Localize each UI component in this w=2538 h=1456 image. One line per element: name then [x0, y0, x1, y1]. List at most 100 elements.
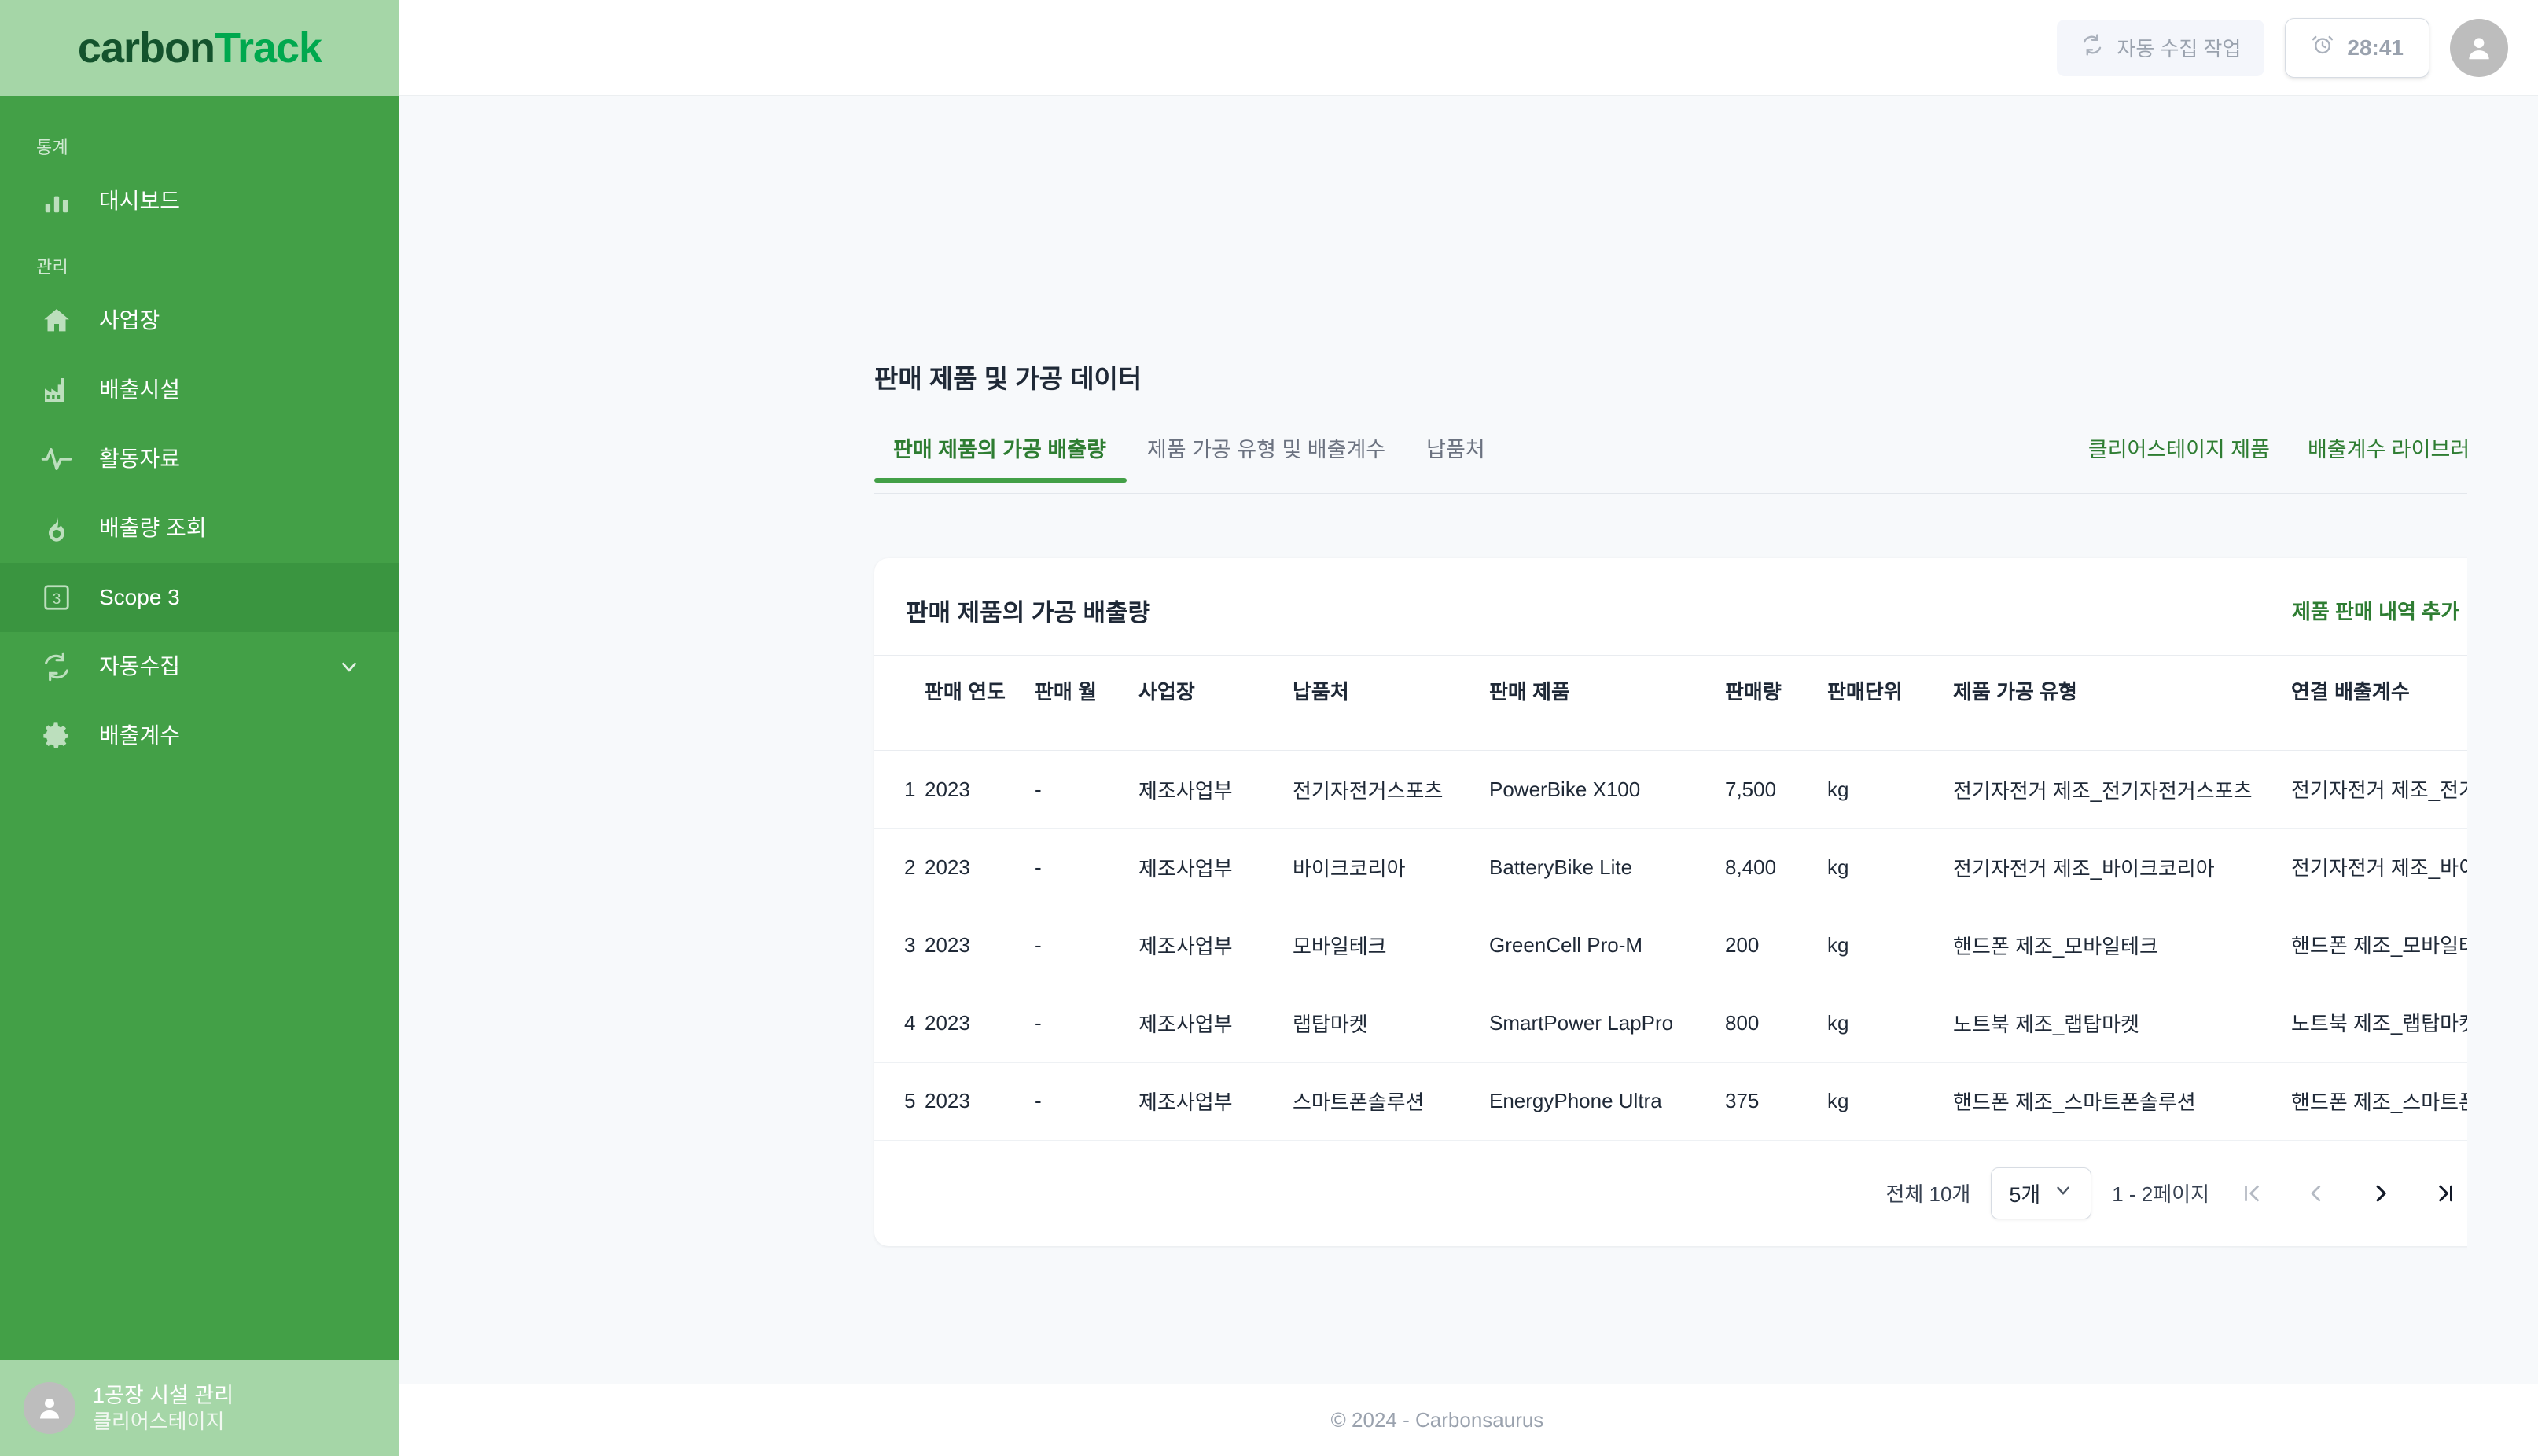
cell-workplace: 제조사업부	[1138, 828, 1293, 907]
cell-index: 5	[874, 1062, 925, 1141]
factory-icon	[36, 370, 77, 410]
cell-emission-factor-label: 노트북 제조_랩탑마켓(NUM)	[2291, 1012, 2538, 1036]
home-icon	[36, 300, 77, 341]
session-timer-label: 28:41	[2347, 35, 2404, 60]
cell-product: GreenCell Pro-M	[1489, 906, 1725, 985]
footer: © 2024 - Carbonsaurus	[399, 1384, 2538, 1456]
tab-suppliers[interactable]: 납품처	[1406, 432, 1506, 482]
cell-unit: kg	[1827, 828, 1953, 907]
first-page-button[interactable]	[2230, 1171, 2274, 1215]
tab-bar: 판매 제품의 가공 배출량 제품 가공 유형 및 배출계수 납품처 클리어스테이…	[874, 432, 2508, 494]
col-month: 판매 월	[1035, 655, 1138, 751]
sidebar-item-label: 배출계수	[99, 723, 181, 748]
auto-collect-label: 자동 수집 작업	[2117, 37, 2242, 61]
processing-emissions-card: 판매 제품의 가공 배출량 제품 판매 내역 추가 판매 연도 판매 월 사업장…	[874, 558, 2538, 1246]
col-product: 판매 제품	[1489, 655, 1725, 751]
add-sales-record-button[interactable]: 제품 판매 내역 추가	[2292, 596, 2530, 625]
cell-unit: kg	[1827, 906, 1953, 985]
tab-processing-types[interactable]: 제품 가공 유형 및 배출계수	[1127, 432, 1406, 482]
avatar	[24, 1382, 75, 1434]
page-title: 판매 제품 및 가공 데이터	[874, 364, 1142, 393]
table-row[interactable]: 1 2023 - 제조사업부 전기자전거스포츠 PowerBike X100 7…	[874, 750, 2538, 829]
account-avatar-button[interactable]	[2450, 18, 2508, 77]
last-page-button[interactable]	[2423, 1171, 2467, 1215]
chevron-down-icon	[2053, 1180, 2073, 1206]
activity-icon	[36, 439, 77, 480]
sync-icon	[36, 646, 77, 687]
cell-unit: kg	[1827, 1062, 1953, 1141]
copyright-text: © 2024 - Carbonsaurus	[1330, 1407, 1544, 1432]
sidebar-item-facility[interactable]: 배출시설	[0, 355, 399, 425]
top-bar: 자동 수집 작업 28:41	[399, 0, 2538, 96]
app-root: carbonTrack 통계 대시보드 관리 사업장 배출시설 활동자료 배출량…	[0, 0, 2538, 1456]
table-title: 판매 제품의 가공 배출량	[906, 599, 1151, 627]
table-row[interactable]: 5 2023 - 제조사업부 스마트폰솔루션 EnergyPhone Ultra…	[874, 1062, 2538, 1141]
sidebar-user-card[interactable]: 1공장 시설 관리 클리어스테이지	[0, 1360, 399, 1456]
cell-emission-factor: 핸드폰 제조_스마트폰솔루션(NUM)i	[2291, 1062, 2538, 1141]
cell-supplier: 모바일테크	[1293, 906, 1489, 985]
sidebar: carbonTrack 통계 대시보드 관리 사업장 배출시설 활동자료 배출량…	[0, 0, 399, 1456]
brand-logo[interactable]: carbonTrack	[0, 0, 399, 96]
sidebar-item-label: 대시보드	[99, 189, 181, 213]
col-index	[874, 655, 925, 751]
col-unit: 판매단위	[1827, 655, 1953, 751]
refresh-icon	[2080, 33, 2104, 62]
cell-supplier: 바이크코리아	[1293, 828, 1489, 907]
brand-text: carbonTrack	[78, 24, 322, 72]
cell-emission-factor-label: 전기자전거 제조_바이크코리아(NUM)	[2291, 856, 2538, 881]
sidebar-section-manage: 관리	[36, 257, 68, 277]
col-workplace: 사업장	[1138, 655, 1293, 751]
next-page-button[interactable]	[2359, 1171, 2403, 1215]
main-content: 자동차 제조_그린에너지자동차 78,400.000 전기자전거 제조_바이크이…	[399, 0, 2538, 1456]
cell-supplier: 전기자전거스포츠	[1293, 750, 1489, 829]
cell-processing-type: 전기자전거 제조_전기자전거스포츠	[1953, 750, 2291, 829]
sidebar-item-dashboard[interactable]: 대시보드	[0, 167, 399, 236]
sidebar-item-emissions[interactable]: 배출량 조회	[0, 494, 399, 563]
tab-processing-emissions[interactable]: 판매 제품의 가공 배출량	[874, 432, 1127, 483]
col-processing-type: 제품 가공 유형	[1953, 655, 2291, 751]
table-row[interactable]: 4 2023 - 제조사업부 랩탑마켓 SmartPower LapPro 80…	[874, 984, 2538, 1063]
table-row[interactable]: 2 2023 - 제조사업부 바이크코리아 BatteryBike Lite 8…	[874, 828, 2538, 907]
table-header: 판매 연도 판매 월 사업장 납품처 판매 제품 판매량 판매단위 제품 가공 …	[874, 655, 2538, 751]
cell-index: 2	[874, 828, 925, 907]
page-size-select[interactable]: 5개	[1991, 1167, 2092, 1219]
cell-supplier: 랩탑마켓	[1293, 984, 1489, 1063]
gear-icon	[36, 715, 77, 756]
sidebar-item-label: 활동자료	[99, 447, 181, 471]
cell-year: 2023	[925, 906, 1035, 985]
scroll-area: 자동차 제조_그린에너지자동차 78,400.000 전기자전거 제조_바이크이…	[399, 0, 2538, 1456]
cell-month: -	[1035, 1062, 1138, 1141]
auto-collect-button[interactable]: 자동 수집 작업	[2057, 19, 2265, 76]
sidebar-item-workplace[interactable]: 사업장	[0, 286, 399, 355]
table-row[interactable]: 3 2023 - 제조사업부 모바일테크 GreenCell Pro-M 200…	[874, 906, 2538, 985]
table-card-header: 판매 제품의 가공 배출량 제품 판매 내역 추가	[874, 558, 2538, 655]
cell-unit: kg	[1827, 750, 1953, 829]
sidebar-item-scope3[interactable]: 3 Scope 3	[0, 563, 399, 632]
cell-emission-factor: 전기자전거 제조_바이크코리아(NUM)i	[2291, 828, 2538, 907]
cell-supplier: 스마트폰솔루션	[1293, 1062, 1489, 1141]
session-timer-button[interactable]: 28:41	[2285, 17, 2429, 78]
sidebar-item-activity[interactable]: 활동자료	[0, 425, 399, 494]
cell-quantity: 200	[1725, 906, 1827, 985]
cell-processing-type: 핸드폰 제조_스마트폰솔루션	[1953, 1062, 2291, 1141]
sidebar-item-autocollect[interactable]: 자동수집	[0, 632, 399, 701]
svg-text:3: 3	[53, 591, 61, 608]
cell-processing-type: 노트북 제조_랩탑마켓	[1953, 984, 2291, 1063]
scope3-icon: 3	[36, 577, 77, 618]
cell-month: -	[1035, 984, 1138, 1063]
link-clearstage-products[interactable]: 클리어스테이지 제품	[2069, 432, 2289, 482]
cell-quantity: 7,500	[1725, 750, 1827, 829]
cell-emission-factor: 핸드폰 제조_모바일테크(NUM)i	[2291, 906, 2538, 985]
total-count-label: 전체 10개	[1885, 1182, 1971, 1207]
cell-month: -	[1035, 828, 1138, 907]
table-header-row: 판매 연도 판매 월 사업장 납품처 판매 제품 판매량 판매단위 제품 가공 …	[874, 655, 2538, 751]
sales-emissions-table: 판매 연도 판매 월 사업장 납품처 판매 제품 판매량 판매단위 제품 가공 …	[874, 655, 2538, 1141]
sidebar-item-emission-factor[interactable]: 배출계수	[0, 701, 399, 770]
cell-emission-factor-label: 핸드폰 제조_스마트폰솔루션(NUM)	[2291, 1090, 2538, 1114]
link-emission-factor-library[interactable]: 배출계수 라이브러리	[2289, 432, 2508, 482]
cell-month: -	[1035, 906, 1138, 985]
prev-page-button[interactable]	[2294, 1171, 2338, 1215]
chevron-down-icon[interactable]	[335, 655, 363, 678]
cell-workplace: 제조사업부	[1138, 1062, 1293, 1141]
cell-emission-factor-label: 핸드폰 제조_모바일테크(NUM)	[2291, 934, 2538, 958]
